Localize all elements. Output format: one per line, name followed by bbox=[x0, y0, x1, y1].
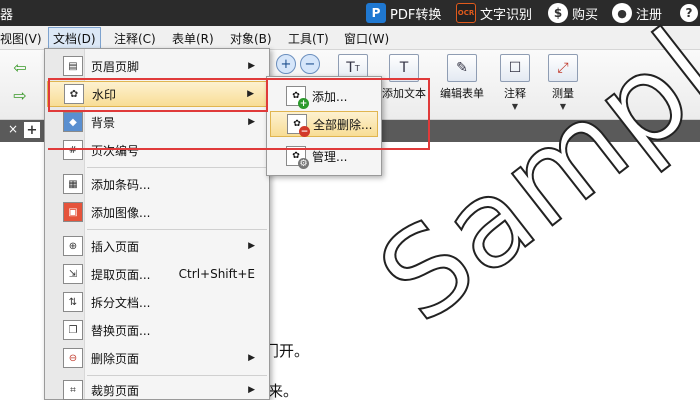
menu-comment[interactable]: 注释(C) bbox=[114, 30, 156, 47]
submenu-arrow-icon: ▶ bbox=[248, 353, 255, 363]
pdf-convert-label: PDF转换 bbox=[390, 7, 442, 23]
menu-item-watermark[interactable]: ✿ 水印 ▶ bbox=[47, 81, 267, 107]
submenu-item-delete-all-watermark[interactable]: ✿ − 全部删除... bbox=[270, 111, 378, 137]
pdf-icon: P bbox=[366, 3, 386, 23]
menu-item-label: 水印 bbox=[92, 87, 117, 102]
menu-window[interactable]: 窗口(W) bbox=[344, 30, 389, 47]
submenu-arrow-icon: ▶ bbox=[248, 385, 255, 395]
menu-item-crop-page[interactable]: ⌗ 裁剪页面 ▶ bbox=[47, 377, 267, 400]
page-number-icon: # bbox=[63, 140, 83, 160]
menu-view[interactable]: 视图(V) bbox=[0, 30, 42, 47]
menu-item-label: 裁剪页面 bbox=[91, 383, 140, 398]
submenu-arrow-icon: ▶ bbox=[247, 89, 254, 99]
menu-item-delete-page[interactable]: ⊖ 删除页面 ▶ bbox=[47, 345, 267, 371]
zoom-out-icon[interactable]: − bbox=[300, 54, 320, 74]
menu-item-replace-page[interactable]: ❐ 替换页面... bbox=[47, 317, 267, 343]
annotate-icon: ☐ bbox=[500, 54, 530, 82]
add-text-button[interactable]: T 添加文本 bbox=[382, 54, 426, 101]
replace-page-icon: ❐ bbox=[63, 320, 83, 340]
add-watermark-icon: ✿ + bbox=[286, 86, 309, 109]
app-top-bar: 器 P PDF转换 OCR 文字识别 $ 购买 ● 注册 ? bbox=[0, 0, 700, 26]
menu-item-label: 页次编号 bbox=[91, 143, 140, 158]
menu-item-label: 添加图像... bbox=[91, 205, 151, 220]
menu-item-add-barcode[interactable]: ▦ 添加条码... bbox=[47, 171, 267, 197]
menu-item-page-number[interactable]: # 页次编号 bbox=[47, 137, 267, 163]
menu-tools[interactable]: 工具(T) bbox=[288, 30, 329, 47]
menu-separator bbox=[87, 167, 267, 168]
forward-arrow-icon[interactable]: ⇨ bbox=[8, 84, 32, 106]
edit-form-button[interactable]: ✎ 编辑表单 bbox=[440, 54, 484, 101]
ocr-label: 文字识别 bbox=[480, 7, 533, 23]
menu-item-label: 页眉页脚 bbox=[91, 59, 140, 74]
menu-item-split-document[interactable]: ⇅ 拆分文档... bbox=[47, 289, 267, 315]
manage-watermark-icon: ✿ ⚙ bbox=[286, 146, 309, 169]
background-icon: ◆ bbox=[63, 112, 83, 132]
extract-page-shortcut: Ctrl+Shift+E bbox=[178, 267, 255, 281]
submenu-arrow-icon: ▶ bbox=[248, 61, 255, 71]
zoom-in-icon[interactable]: + bbox=[276, 54, 296, 74]
menu-item-label: 插入页面 bbox=[91, 239, 140, 254]
menu-item-label: 背景 bbox=[91, 115, 116, 130]
buy-label: 购买 bbox=[572, 7, 599, 23]
menu-separator bbox=[87, 375, 267, 376]
menu-item-label: 添加条码... bbox=[91, 177, 151, 192]
menu-separator bbox=[87, 229, 267, 230]
edit-form-label: 编辑表单 bbox=[440, 87, 484, 100]
back-arrow-icon[interactable]: ⇦ bbox=[8, 56, 32, 78]
submenu-arrow-icon: ▶ bbox=[248, 241, 255, 251]
ocr-button[interactable]: OCR 文字识别 bbox=[456, 3, 532, 23]
submenu-item-manage-watermark[interactable]: ✿ ⚙ 管理... bbox=[270, 143, 378, 169]
menu-item-label: 删除页面 bbox=[91, 351, 140, 366]
annotate-caret-icon: ▼ bbox=[511, 102, 519, 111]
insert-page-icon: ⊕ bbox=[63, 236, 83, 256]
close-tab-icon[interactable]: × bbox=[8, 122, 18, 136]
delete-all-watermark-icon: ✿ − bbox=[287, 114, 310, 137]
submenu-item-add-watermark[interactable]: ✿ + 添加... bbox=[270, 83, 378, 109]
menu-object[interactable]: 对象(B) bbox=[230, 30, 272, 47]
buy-icon: $ bbox=[548, 3, 568, 23]
add-image-icon: ▣ bbox=[63, 202, 83, 222]
add-text-icon: T bbox=[389, 54, 419, 82]
menu-document[interactable]: 文档(D) bbox=[48, 27, 101, 50]
new-tab-icon[interactable]: + bbox=[24, 122, 40, 138]
menu-item-label: 提取页面... bbox=[91, 267, 151, 282]
submenu-item-label: 全部删除... bbox=[313, 117, 373, 132]
barcode-icon: ▦ bbox=[63, 174, 83, 194]
app-title-glyph: 器 bbox=[0, 8, 14, 23]
menu-item-background[interactable]: ◆ 背景 ▶ bbox=[47, 109, 267, 135]
menu-form[interactable]: 表单(R) bbox=[172, 30, 214, 47]
delete-page-icon: ⊖ bbox=[63, 348, 83, 368]
menu-item-extract-page[interactable]: ⇲ 提取页面... Ctrl+Shift+E bbox=[47, 261, 267, 287]
submenu-item-label: 添加... bbox=[312, 89, 348, 104]
menu-item-add-image[interactable]: ▣ 添加图像... bbox=[47, 199, 267, 225]
extract-page-icon: ⇲ bbox=[63, 264, 83, 284]
header-footer-icon: ▤ bbox=[63, 56, 83, 76]
document-text-line: 门开。 bbox=[264, 342, 310, 360]
menu-item-insert-page[interactable]: ⊕ 插入页面 ▶ bbox=[47, 233, 267, 259]
menu-bar: 视图(V) 文档(D) 注释(C) 表单(R) 对象(B) 工具(T) 窗口(W… bbox=[0, 26, 700, 50]
edit-form-icon: ✎ bbox=[447, 54, 477, 82]
menu-item-label: 替换页面... bbox=[91, 323, 151, 338]
annotate-button[interactable]: ☐ 注释 ▼ bbox=[500, 54, 530, 111]
submenu-arrow-icon: ▶ bbox=[248, 117, 255, 127]
watermark-submenu: ✿ + 添加... ✿ − 全部删除... ✿ ⚙ 管理... bbox=[266, 76, 382, 176]
ocr-icon: OCR bbox=[456, 3, 476, 23]
add-text-label: 添加文本 bbox=[382, 87, 426, 100]
pdf-convert-button[interactable]: P PDF转换 bbox=[366, 3, 441, 23]
crop-page-icon: ⌗ bbox=[63, 380, 83, 400]
menu-item-label: 拆分文档... bbox=[91, 295, 151, 310]
document-text-line: 来。 bbox=[268, 382, 299, 400]
split-document-icon: ⇅ bbox=[63, 292, 83, 312]
submenu-item-label: 管理... bbox=[312, 149, 348, 164]
watermark-icon: ✿ bbox=[64, 84, 84, 104]
menu-item-header-footer[interactable]: ▤ 页眉页脚 ▶ bbox=[47, 53, 267, 79]
annotate-label: 注释 bbox=[504, 87, 526, 100]
document-menu-dropdown: ▤ 页眉页脚 ▶ ✿ 水印 ▶ ◆ 背景 ▶ # 页次编号 ▦ 添加条码... … bbox=[44, 48, 270, 400]
buy-button[interactable]: $ 购买 bbox=[548, 3, 598, 23]
user-icon: ● bbox=[612, 3, 632, 23]
